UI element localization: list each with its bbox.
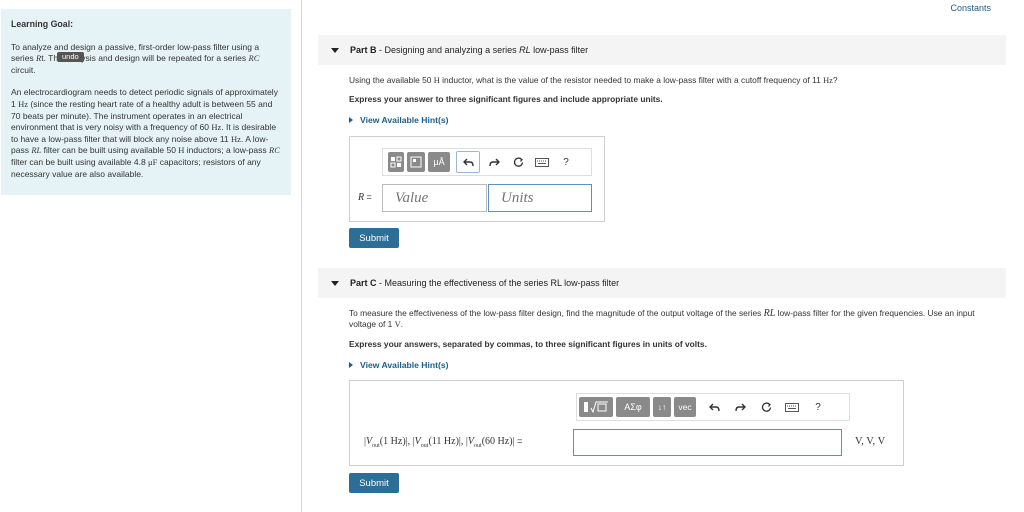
part-b-instruction: Express your answer to three significant… bbox=[349, 94, 663, 104]
units-display: V, V, V bbox=[855, 436, 886, 447]
part-b-math-toolbar: μÅ ? bbox=[382, 148, 592, 176]
panel-divider bbox=[301, 0, 302, 512]
vector-button[interactable]: vec bbox=[674, 397, 696, 417]
expand-triangle-icon bbox=[349, 362, 353, 368]
redo-icon[interactable] bbox=[484, 152, 504, 172]
help-icon[interactable]: ? bbox=[556, 152, 576, 172]
units-template-icon[interactable] bbox=[407, 152, 425, 172]
learning-goal-panel: Learning Goal: To analyze and design a p… bbox=[1, 9, 291, 195]
collapse-chevron-icon[interactable] bbox=[331, 47, 339, 53]
units-input[interactable] bbox=[488, 184, 592, 212]
part-b-title: Part B - Designing and analyzing a serie… bbox=[350, 45, 589, 55]
learning-goal-body: An electrocardiogram needs to detect per… bbox=[11, 87, 280, 179]
keyboard-icon[interactable] bbox=[532, 152, 552, 172]
learning-goal-title: Learning Goal: bbox=[11, 19, 74, 29]
value-input[interactable] bbox=[382, 184, 487, 212]
part-c-title: Part C - Measuring the effectiveness of … bbox=[350, 278, 620, 288]
part-b-header[interactable]: Part B - Designing and analyzing a serie… bbox=[318, 35, 1006, 65]
reset-icon[interactable] bbox=[756, 397, 776, 417]
part-c-submit-button[interactable]: Submit bbox=[349, 473, 399, 493]
part-c-hint-link[interactable]: View Available Hint(s) bbox=[349, 360, 449, 370]
undo-tooltip: undo bbox=[57, 51, 84, 62]
part-c-answer-box: ΑΣφ ↓↑ vec ? |Vout(1 Hz)|, |Vout(11 Hz)|… bbox=[349, 380, 904, 466]
undo-icon[interactable] bbox=[704, 397, 724, 417]
constants-link[interactable]: Constants bbox=[950, 3, 991, 13]
undo-icon[interactable] bbox=[456, 151, 480, 173]
mu-units-button[interactable]: μÅ bbox=[428, 152, 450, 172]
part-c-math-toolbar: ΑΣφ ↓↑ vec ? bbox=[576, 393, 850, 421]
part-b-hint-link[interactable]: View Available Hint(s) bbox=[349, 115, 449, 125]
part-c-answer-input[interactable] bbox=[573, 429, 842, 456]
greek-symbols-button[interactable]: ΑΣφ bbox=[616, 397, 650, 417]
vout-expression: |Vout(1 Hz)|, |Vout(11 Hz)|, |Vout(60 Hz… bbox=[364, 436, 523, 449]
sort-arrows-button[interactable]: ↓↑ bbox=[653, 397, 671, 417]
redo-icon[interactable] bbox=[730, 397, 750, 417]
keyboard-icon[interactable] bbox=[782, 397, 802, 417]
expand-triangle-icon bbox=[349, 117, 353, 123]
part-b-question: Using the available 50 H inductor, what … bbox=[349, 75, 838, 85]
part-b-submit-button[interactable]: Submit bbox=[349, 228, 399, 248]
part-c-instruction: Express your answers, separated by comma… bbox=[349, 339, 707, 349]
collapse-chevron-icon[interactable] bbox=[331, 280, 339, 286]
part-b-answer-box: μÅ ? R = bbox=[349, 136, 605, 222]
template-icon[interactable] bbox=[388, 152, 404, 172]
help-icon[interactable]: ? bbox=[808, 397, 828, 417]
reset-icon[interactable] bbox=[508, 152, 528, 172]
learning-goal-intro: To analyze and design a passive, first-o… bbox=[11, 41, 260, 75]
part-c-header[interactable]: Part C - Measuring the effectiveness of … bbox=[318, 268, 1006, 298]
part-c-question: To measure the effectiveness of the low-… bbox=[349, 308, 975, 329]
answer-variable-r: R = bbox=[358, 192, 372, 203]
template-sqrt-icon[interactable] bbox=[579, 397, 613, 417]
